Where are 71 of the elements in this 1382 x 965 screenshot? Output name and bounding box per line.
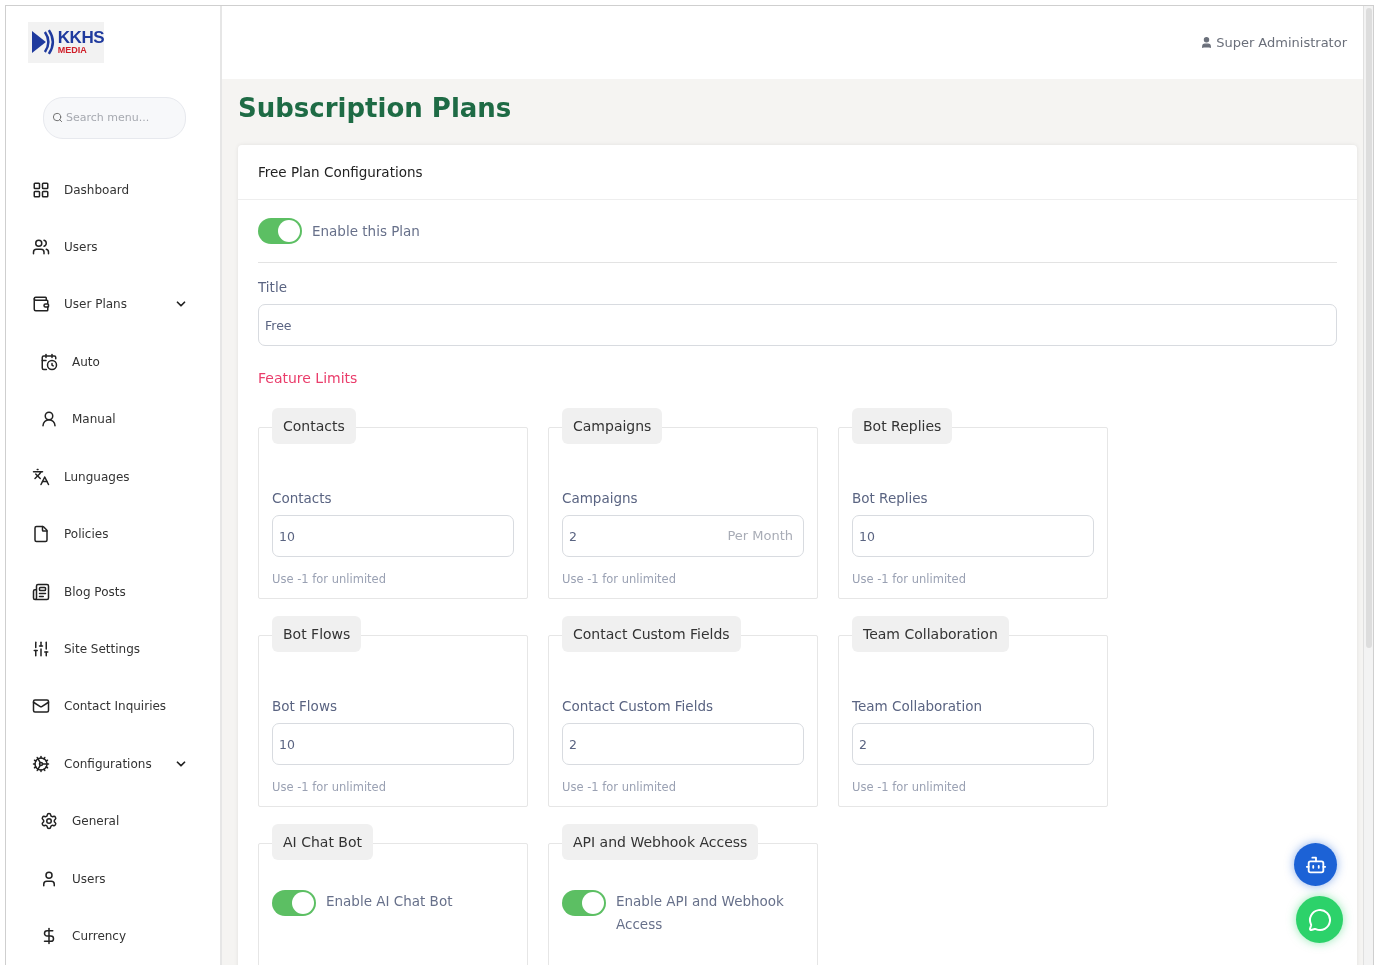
input-field[interactable]: Free — [258, 304, 1337, 346]
sidebar-item[interactable]: Users — [28, 218, 188, 276]
group-legend: API and Webhook Access — [562, 824, 759, 860]
menu-icon — [40, 869, 58, 888]
toggle-label: Enable AI Chat Bot — [326, 892, 453, 911]
help-text: Use -1 for unlimited — [272, 780, 387, 794]
group-legend: AI Chat Bot — [272, 824, 373, 860]
page-title: Subscription Plans — [238, 93, 513, 123]
group-legend: Campaigns — [562, 408, 663, 444]
sidebar-item[interactable]: Dashboard — [28, 160, 188, 219]
menu-icon — [40, 352, 58, 371]
input-field[interactable]: 10 — [852, 515, 1094, 557]
help-text: Use -1 for unlimited — [852, 780, 967, 794]
logo-text: KKHS — [57, 29, 104, 47]
field-label: Team Collaboration — [852, 698, 983, 714]
menu-icon — [40, 812, 58, 831]
group-legend: Team Collaboration — [852, 616, 1009, 652]
sidebar-item[interactable]: Site Settings — [28, 620, 188, 678]
group-legend: Contact Custom Fields — [562, 616, 741, 652]
field-label: Bot Replies — [852, 490, 929, 506]
section-title: Feature Limits — [258, 370, 359, 386]
sidebar-item[interactable]: Policies — [28, 505, 188, 563]
sidebar-item[interactable]: Lunguages — [28, 448, 188, 506]
help-text: Use -1 for unlimited — [562, 572, 677, 586]
search-field[interactable]: Search menu... — [44, 97, 185, 138]
field-label: Campaigns — [562, 490, 639, 506]
sidebar-item[interactable]: Contact Inquiries — [28, 677, 188, 736]
field-label: Title — [258, 279, 288, 295]
menu-icon — [40, 410, 58, 429]
toggle-switch[interactable] — [258, 218, 302, 244]
menu-icon — [32, 467, 50, 486]
user-name[interactable]: Super Administrator — [1200, 35, 1347, 50]
menu-icon — [32, 525, 50, 544]
field-label: Contact Custom Fields — [562, 698, 715, 714]
toggle-switch[interactable] — [272, 890, 316, 916]
sidebar-subitem[interactable]: Manual — [28, 390, 188, 448]
group-legend: Bot Flows — [272, 616, 362, 652]
field-label: Contacts — [272, 490, 333, 506]
input-field[interactable]: 2 — [852, 723, 1094, 765]
input-field[interactable]: 10 — [272, 515, 514, 557]
sidebar-item[interactable]: Blog Posts — [28, 562, 188, 621]
sidebar-item[interactable]: Configurations — [28, 735, 188, 793]
menu-icon — [32, 237, 50, 256]
menu-icon — [32, 697, 50, 716]
sidebar-subitem[interactable]: Users — [28, 850, 188, 908]
input-suffix: Per Month — [727, 528, 793, 543]
sidebar-item[interactable]: User Plans — [28, 275, 188, 334]
menu-icon — [32, 295, 50, 314]
sidebar-subitem[interactable]: Currency — [28, 907, 188, 965]
sidebar-subitem[interactable]: Auto — [28, 333, 188, 391]
menu-icon — [32, 640, 50, 659]
group-legend: Contacts — [272, 408, 356, 444]
user-icon — [1200, 36, 1214, 49]
help-text: Use -1 for unlimited — [272, 572, 387, 586]
card-title: Free Plan Configurations — [238, 145, 1357, 200]
logo-subtext: MEDIA — [57, 46, 88, 56]
menu-icon — [32, 754, 50, 773]
menu-icon — [32, 582, 50, 601]
input-field[interactable]: 10 — [272, 723, 514, 765]
field-label: Bot Flows — [272, 698, 338, 714]
help-text: Use -1 for unlimited — [562, 780, 677, 794]
toggle-switch[interactable] — [562, 890, 606, 916]
help-text: Use -1 for unlimited — [852, 572, 967, 586]
menu-icon — [32, 180, 50, 199]
group-legend: Bot Replies — [852, 408, 953, 444]
search-icon — [52, 111, 63, 123]
toggle-label: Enable this Plan — [312, 223, 420, 239]
chat-bubble-icon — [1307, 907, 1332, 932]
toggle-label: Enable API and Webhook Access — [616, 892, 785, 934]
input-field[interactable]: 2 — [562, 723, 804, 765]
sidebar-subitem[interactable]: General — [28, 792, 188, 851]
